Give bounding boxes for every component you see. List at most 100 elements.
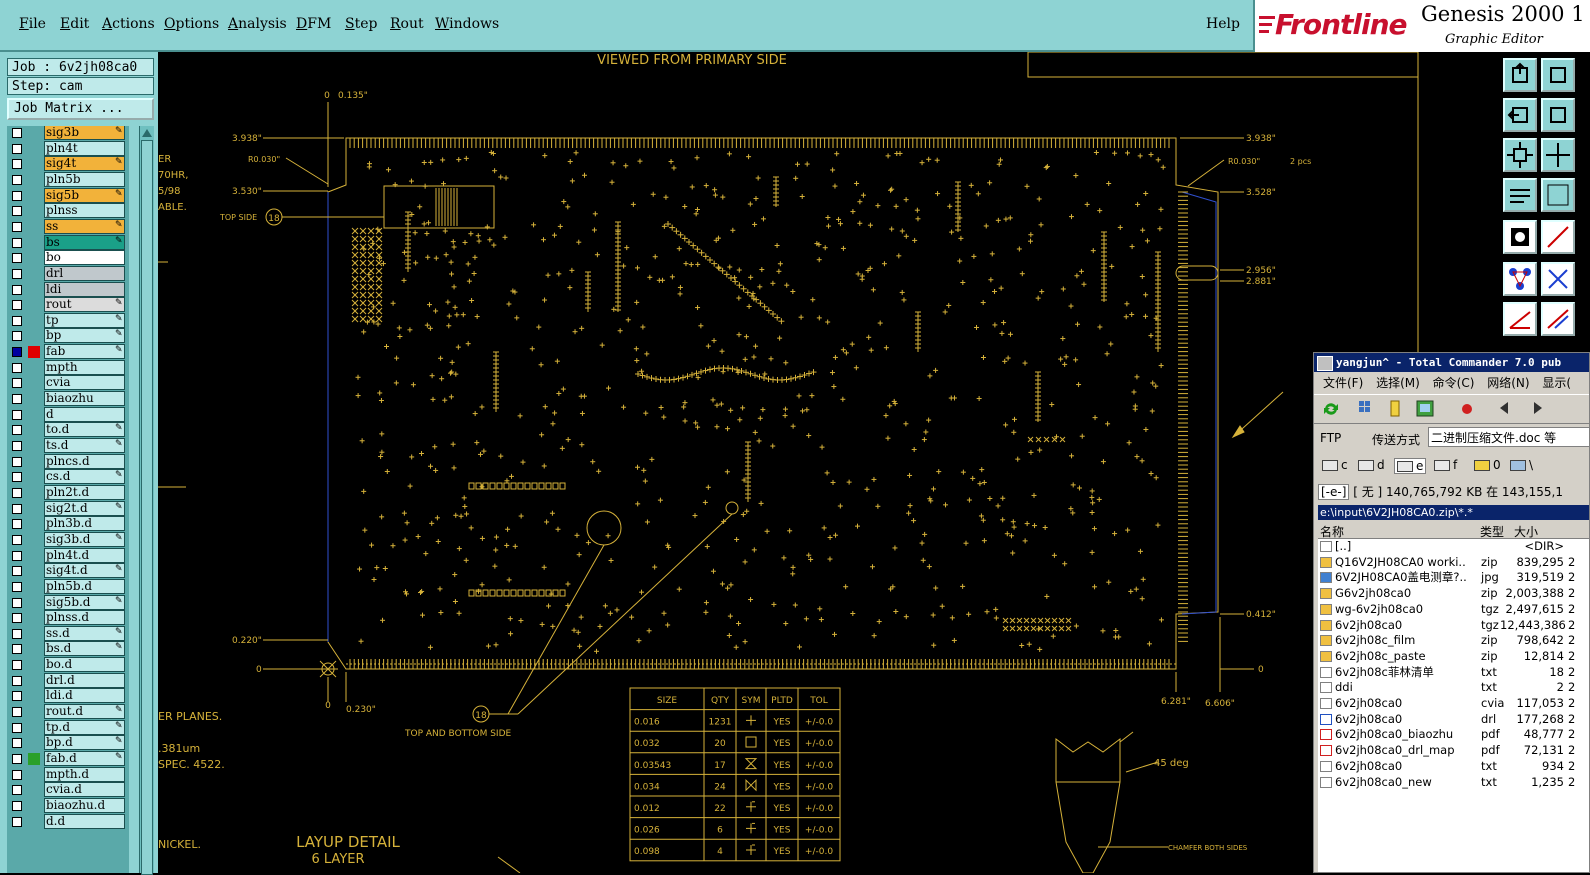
image-view-icon[interactable]	[1416, 400, 1434, 417]
drive-network[interactable]: \	[1510, 458, 1533, 472]
layer-row[interactable]: pln5b	[7, 171, 129, 188]
slope-button[interactable]	[1541, 302, 1575, 336]
layer-row[interactable]: sig4t ✎	[7, 156, 129, 172]
layer-checkbox[interactable]	[12, 816, 22, 827]
scroll-up-icon[interactable]	[141, 127, 153, 139]
file-row[interactable]: [..] <DIR>	[1318, 539, 1589, 555]
tc-menu-select[interactable]: 选择(M)	[1376, 376, 1420, 390]
layer-row[interactable]: sig4t.d ✎	[7, 563, 129, 579]
layer-color-indicator[interactable]	[28, 753, 40, 765]
layer-checkbox[interactable]	[12, 613, 22, 624]
file-row[interactable]: G6v2jh08ca0 zip 2,003,388 2	[1318, 586, 1589, 602]
menu-rout[interactable]: Rout	[390, 16, 424, 32]
measure-button[interactable]	[1503, 178, 1537, 212]
layer-name[interactable]: d.d	[44, 813, 125, 829]
layer-name[interactable]: drl	[44, 265, 125, 281]
layer-checkbox[interactable]	[12, 628, 22, 639]
layer-checkbox[interactable]	[12, 472, 22, 483]
zoom-in-button[interactable]	[1541, 138, 1575, 172]
hint-icon[interactable]	[1386, 400, 1404, 417]
file-row[interactable]: 6v2jh08ca0_drl_map pdf 72,131 2	[1318, 743, 1589, 759]
column-size[interactable]: 大小	[1514, 523, 1538, 540]
pan-right-button[interactable]	[1541, 98, 1575, 132]
tc-menu-command[interactable]: 命令(C)	[1433, 376, 1475, 390]
layer-row[interactable]: sig5b.d ✎	[7, 594, 129, 611]
layer-row[interactable]: bs.d ✎	[7, 641, 129, 657]
layer-name[interactable]: biaozhu.d	[44, 797, 125, 813]
column-name[interactable]: 名称	[1320, 523, 1344, 540]
layer-row[interactable]: d	[7, 406, 129, 423]
file-row[interactable]: 6V2JH08CA0盖电测章?.. jpg 319,519 2	[1318, 570, 1589, 586]
tc-title-bar[interactable]: yangjun^ - Total Commander 7.0 pub	[1314, 353, 1589, 372]
layer-row[interactable]: rout ✎	[7, 297, 129, 313]
file-row[interactable]: 6v2jh08ca0 drl 177,268 2	[1318, 712, 1589, 728]
layer-name[interactable]: pln5b.d	[44, 578, 125, 594]
layer-name[interactable]: mpth.d	[44, 766, 125, 782]
tc-menu-show[interactable]: 显示(	[1542, 376, 1571, 390]
layer-row[interactable]: sig3b.d ✎	[7, 531, 129, 548]
refresh-icon[interactable]	[1322, 400, 1340, 417]
layer-checkbox[interactable]	[12, 519, 22, 530]
layer-row[interactable]: ss.d ✎	[7, 625, 129, 642]
layer-name[interactable]: cvia	[44, 375, 125, 391]
file-row[interactable]: 6v2jh08c_film zip 798,642 2	[1318, 633, 1589, 649]
file-row[interactable]: 6v2jh08ca0 cvia 117,053 2	[1318, 696, 1589, 712]
layer-name[interactable]: rout	[44, 297, 125, 313]
column-type[interactable]: 类型	[1480, 523, 1504, 540]
layer-checkbox[interactable]	[12, 738, 22, 749]
layer-name[interactable]: mpth	[44, 359, 125, 375]
back-icon[interactable]	[1498, 400, 1516, 417]
layer-color-indicator[interactable]	[28, 346, 40, 359]
layer-row[interactable]: bo	[7, 250, 129, 266]
layer-name[interactable]: pln5b	[44, 171, 125, 187]
layer-checkbox[interactable]	[12, 456, 22, 467]
layer-name[interactable]: ldi.d	[44, 688, 125, 704]
layer-row[interactable]: cs.d ✎	[7, 469, 129, 485]
drive-d[interactable]: d	[1358, 458, 1385, 472]
layer-checkbox[interactable]	[12, 394, 22, 405]
menu-edit[interactable]: Edit	[60, 16, 89, 32]
layer-name[interactable]: sig3b	[44, 126, 125, 140]
angle-button[interactable]	[1503, 302, 1537, 336]
layer-checkbox[interactable]	[12, 425, 22, 436]
layer-row[interactable]: sig2t.d ✎	[7, 500, 129, 517]
menu-step[interactable]: Step	[345, 16, 377, 32]
drive-c[interactable]: c	[1322, 458, 1348, 472]
layer-name[interactable]: rout.d	[44, 704, 125, 720]
layer-name[interactable]: tp	[44, 312, 125, 328]
menu-analysis[interactable]: Analysis	[228, 16, 287, 32]
layer-name[interactable]: ss.d	[44, 625, 125, 641]
layer-row[interactable]: cvia.d	[7, 782, 129, 798]
drive-0[interactable]: 0	[1474, 458, 1501, 472]
layer-name[interactable]: bo	[44, 250, 125, 266]
layer-checkbox[interactable]	[12, 315, 22, 326]
thumbnails-icon[interactable]	[1358, 400, 1376, 417]
menu-actions[interactable]: Actions	[102, 16, 155, 32]
layer-row[interactable]: ts.d ✎	[7, 438, 129, 454]
layer-row[interactable]: biaozhu	[7, 391, 129, 407]
layer-name[interactable]: ts.d	[44, 438, 125, 453]
layer-name[interactable]: pln3b.d	[44, 516, 125, 532]
layer-checkbox[interactable]	[12, 128, 22, 138]
graphic-canvas[interactable]: VIEWED FROM PRIMARY SIDE 18 TOP AND BOTTOM…	[158, 52, 1500, 873]
layer-checkbox[interactable]	[12, 581, 22, 592]
layer-checkbox[interactable]	[12, 785, 22, 796]
layer-row[interactable]: ldi	[7, 281, 129, 298]
file-row[interactable]: 6v2jh08c菲林清单 txt 18 2	[1318, 665, 1589, 681]
file-row[interactable]: 6v2jh08c_paste zip 12,814 2	[1318, 649, 1589, 665]
layer-row[interactable]: mpth.d	[7, 766, 129, 783]
select-button[interactable]	[1503, 220, 1537, 254]
layer-checkbox[interactable]	[12, 378, 22, 389]
layer-checkbox[interactable]	[12, 159, 22, 170]
layer-row[interactable]: ldi.d	[7, 688, 129, 704]
layer-checkbox[interactable]	[12, 534, 22, 545]
current-path[interactable]: e:\input\6V2JH08CA0.zip\*.*	[1318, 505, 1589, 520]
layer-row[interactable]: tp ✎	[7, 312, 129, 329]
layer-row[interactable]: pln5b.d	[7, 578, 129, 595]
layer-row[interactable]: mpth	[7, 359, 129, 376]
tc-menu-network[interactable]: 网络(N)	[1487, 376, 1529, 390]
layer-name[interactable]: pln4t	[44, 140, 125, 156]
menu-dfm[interactable]: DFM	[296, 16, 331, 32]
layer-name[interactable]: bs.d	[44, 641, 125, 657]
layer-checkbox[interactable]	[12, 300, 22, 311]
